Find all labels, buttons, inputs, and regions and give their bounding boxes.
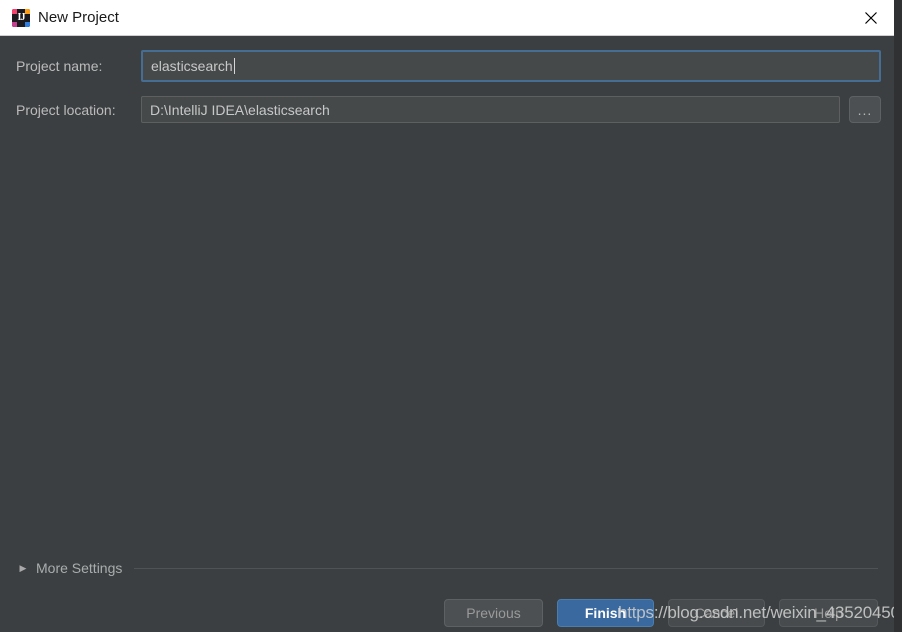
cancel-button[interactable]: Cancel bbox=[668, 599, 765, 627]
intellij-idea-logo-icon: IJ bbox=[12, 9, 30, 27]
dialog-title: New Project bbox=[38, 9, 119, 26]
section-divider bbox=[134, 567, 878, 569]
project-name-value: elasticsearch bbox=[151, 58, 233, 74]
more-settings-toggle[interactable]: ▶ More Settings bbox=[16, 558, 878, 578]
previous-button[interactable]: Previous bbox=[444, 599, 543, 627]
project-location-value: D:\IntelliJ IDEA\elasticsearch bbox=[150, 101, 330, 118]
close-icon[interactable] bbox=[848, 0, 894, 35]
screen: IJ New Project Project name: elasticsear… bbox=[0, 0, 902, 632]
background-ide-strip bbox=[894, 0, 902, 632]
chevron-right-icon: ▶ bbox=[19, 562, 27, 573]
project-location-label: Project location: bbox=[16, 102, 116, 118]
project-name-label: Project name: bbox=[16, 58, 103, 74]
project-location-input[interactable]: D:\IntelliJ IDEA\elasticsearch bbox=[141, 96, 840, 123]
help-button[interactable]: Help bbox=[779, 599, 878, 627]
new-project-dialog: IJ New Project Project name: elasticsear… bbox=[0, 0, 894, 632]
dialog-titlebar: IJ New Project bbox=[0, 0, 894, 36]
finish-button[interactable]: Finish bbox=[557, 599, 654, 627]
more-settings-label: More Settings bbox=[36, 560, 123, 576]
project-name-input[interactable]: elasticsearch bbox=[141, 50, 881, 82]
browse-folder-button[interactable]: ... bbox=[849, 96, 881, 123]
text-caret bbox=[233, 58, 235, 74]
logo-letters: IJ bbox=[17, 12, 26, 23]
